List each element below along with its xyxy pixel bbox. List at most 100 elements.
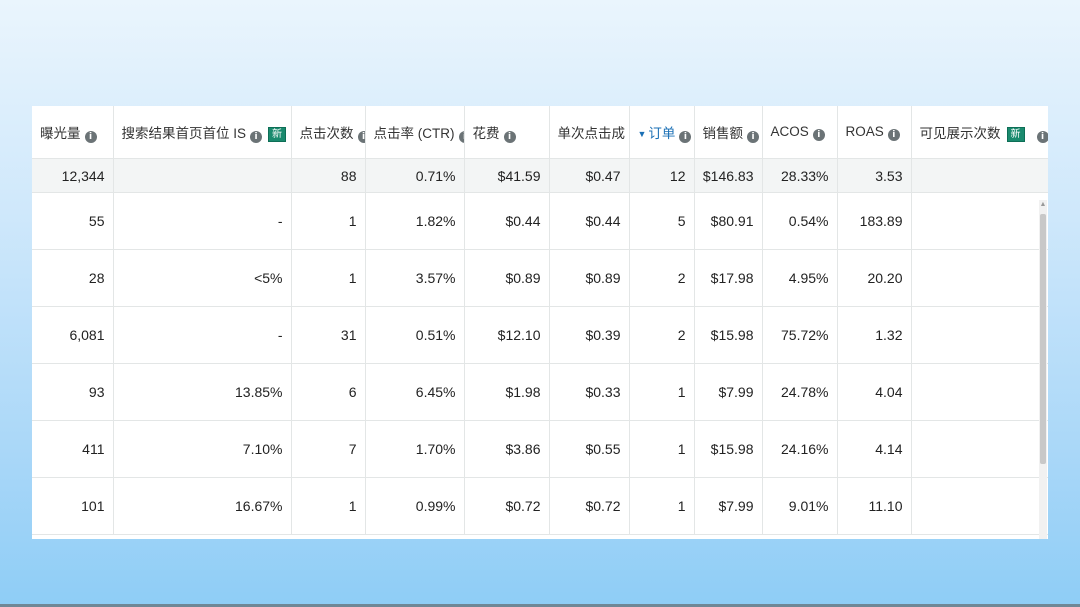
scrollbar-thumb[interactable] bbox=[1040, 214, 1046, 464]
table-cell: - bbox=[113, 192, 292, 250]
table-cell: 13.85% bbox=[113, 363, 292, 421]
total-cell: 12 bbox=[629, 158, 695, 193]
table-cell bbox=[911, 306, 1048, 364]
new-badge: 新 bbox=[1006, 126, 1025, 142]
info-icon[interactable]: i bbox=[747, 130, 759, 143]
col-header-orders[interactable]: ▼ 订单 i bbox=[629, 106, 695, 159]
header-row: 曝光量i 搜索结果首页首位 ISi新 点击次数i 点击率 (CTR)i 花费i … bbox=[32, 106, 1048, 159]
table-cell: 16.67% bbox=[113, 477, 292, 535]
table-cell: 9.01% bbox=[762, 477, 838, 535]
table-cell: 3.57% bbox=[365, 249, 465, 307]
table-cell: $7.99 bbox=[694, 363, 763, 421]
col-header-spend[interactable]: 花费 i bbox=[464, 106, 550, 159]
vertical-scrollbar[interactable]: ▲ bbox=[1039, 200, 1047, 539]
table-cell bbox=[911, 249, 1048, 307]
col-header-ctr[interactable]: 点击率 (CTR)i bbox=[365, 106, 465, 159]
table-row[interactable]: 28 <5% 1 3.57% $0.89 $0.89 2 $17.98 4.95% 20.20 bbox=[32, 249, 1048, 307]
table-cell: 4.14 bbox=[837, 420, 912, 478]
col-header-roas[interactable]: ROAS i bbox=[837, 106, 912, 159]
table-cell: $0.72 bbox=[549, 477, 630, 535]
table-cell: 0.99% bbox=[365, 477, 465, 535]
table-row[interactable]: 55-1 1.82% $0.44 $0.44 5 $80.91 0.54% 183.89 bbox=[32, 192, 1048, 250]
new-badge: 新 bbox=[268, 126, 287, 142]
total-cell: 3.53 bbox=[837, 158, 912, 193]
col-header-viewable-impressions[interactable]: 可见展示次数新 i bbox=[911, 106, 1048, 159]
table-cell: 7.10% bbox=[113, 420, 292, 478]
table-cell bbox=[911, 363, 1048, 421]
table-row[interactable]: 411 7.10% 7 1.70% $3.86 $0.55 1 $15.98 24.16% 4.1… bbox=[32, 420, 1048, 478]
table-cell: 6,081 bbox=[32, 306, 114, 364]
info-icon[interactable]: i bbox=[503, 130, 516, 143]
table-cell: $0.55 bbox=[549, 420, 630, 478]
table-cell: $12.10 bbox=[464, 306, 550, 364]
table-cell: 4.95% bbox=[762, 249, 838, 307]
table-cell: 1 bbox=[291, 249, 366, 307]
scroll-up-arrow-icon[interactable]: ▲ bbox=[1039, 200, 1047, 210]
info-icon[interactable]: i bbox=[887, 128, 900, 141]
total-cell: 12,344 bbox=[32, 158, 114, 193]
table-cell: 6 bbox=[291, 363, 366, 421]
table-cell: - bbox=[113, 306, 292, 364]
info-icon[interactable]: i bbox=[679, 130, 692, 143]
table-cell: $17.98 bbox=[694, 249, 763, 307]
total-cell: $0.47 bbox=[549, 158, 630, 193]
info-icon[interactable]: i bbox=[812, 128, 825, 141]
table-cell: 1.82% bbox=[365, 192, 465, 250]
total-cell: $41.59 bbox=[464, 158, 550, 193]
table-cell: 24.78% bbox=[762, 363, 838, 421]
table-cell: 6.45% bbox=[365, 363, 465, 421]
table-cell: $1.98 bbox=[464, 363, 550, 421]
total-cell: 0.71% bbox=[365, 158, 465, 193]
table-row[interactable]: 101 16.67% 1 0.99% $0.72 $0.72 1 $7.99 9.01% 11.1… bbox=[32, 477, 1048, 535]
table-cell: 7 bbox=[291, 420, 366, 478]
table-row[interactable]: 93 13.85% 6 6.45% $1.98 $0.33 1 $7.99 24.78% 4.04 bbox=[32, 363, 1048, 421]
table-cell: 1.70% bbox=[365, 420, 465, 478]
table-cell: $0.89 bbox=[549, 249, 630, 307]
report-table: 曝光量i 搜索结果首页首位 ISi新 点击次数i 点击率 (CTR)i 花费i … bbox=[32, 106, 1048, 535]
table-cell: 75.72% bbox=[762, 306, 838, 364]
info-icon[interactable]: i bbox=[458, 130, 463, 143]
table-cell: 11.10 bbox=[837, 477, 912, 535]
table-cell: 0.51% bbox=[365, 306, 465, 364]
col-header-cpc[interactable]: 单次点击成 bbox=[549, 106, 630, 159]
table-cell: $0.44 bbox=[549, 192, 630, 250]
info-icon[interactable]: i bbox=[1036, 130, 1048, 143]
total-cell: 88 bbox=[291, 158, 366, 193]
table-cell bbox=[911, 477, 1048, 535]
total-cell: $146.83 bbox=[694, 158, 763, 193]
table-cell: 5 bbox=[629, 192, 695, 250]
col-header-sales[interactable]: 销售额 i bbox=[694, 106, 763, 159]
table-cell: 20.20 bbox=[837, 249, 912, 307]
table-row[interactable]: 6,081-31 0.51% $12.10 $0.39 2 $15.98 75.72% 1.3… bbox=[32, 306, 1048, 364]
table-cell: $0.89 bbox=[464, 249, 550, 307]
table-cell: 1.32 bbox=[837, 306, 912, 364]
table-cell: 0.54% bbox=[762, 192, 838, 250]
info-icon[interactable]: i bbox=[250, 130, 263, 143]
table-cell: 183.89 bbox=[837, 192, 912, 250]
table-cell: 2 bbox=[629, 249, 695, 307]
table-cell: 411 bbox=[32, 420, 114, 478]
table-cell: 101 bbox=[32, 477, 114, 535]
total-cell bbox=[911, 158, 1048, 193]
total-cell: 28.33% bbox=[762, 158, 838, 193]
table-cell: 93 bbox=[32, 363, 114, 421]
col-header-clicks[interactable]: 点击次数 i bbox=[291, 106, 366, 159]
col-header-impressions[interactable]: 曝光量 i bbox=[32, 106, 114, 159]
table-cell: $80.91 bbox=[694, 192, 763, 250]
table-cell: $0.39 bbox=[549, 306, 630, 364]
table-cell: 28 bbox=[32, 249, 114, 307]
table-cell: $15.98 bbox=[694, 306, 763, 364]
table-cell: $0.72 bbox=[464, 477, 550, 535]
table-cell: $0.33 bbox=[549, 363, 630, 421]
col-header-top-of-search-is[interactable]: 搜索结果首页首位 IS i 新 bbox=[113, 106, 292, 159]
col-header-acos[interactable]: ACOS i bbox=[762, 106, 838, 159]
table-cell bbox=[911, 420, 1048, 478]
info-icon[interactable]: i bbox=[357, 130, 364, 143]
table-cell: $3.86 bbox=[464, 420, 550, 478]
table-cell: $0.44 bbox=[464, 192, 550, 250]
total-cell bbox=[113, 158, 292, 193]
info-icon[interactable]: i bbox=[84, 130, 97, 143]
table-cell: 31 bbox=[291, 306, 366, 364]
data-rows: 55-1 1.82% $0.44 $0.44 5 $80.91 0.54% 183.89 28 <… bbox=[32, 192, 1048, 535]
table-cell: <5% bbox=[113, 249, 292, 307]
